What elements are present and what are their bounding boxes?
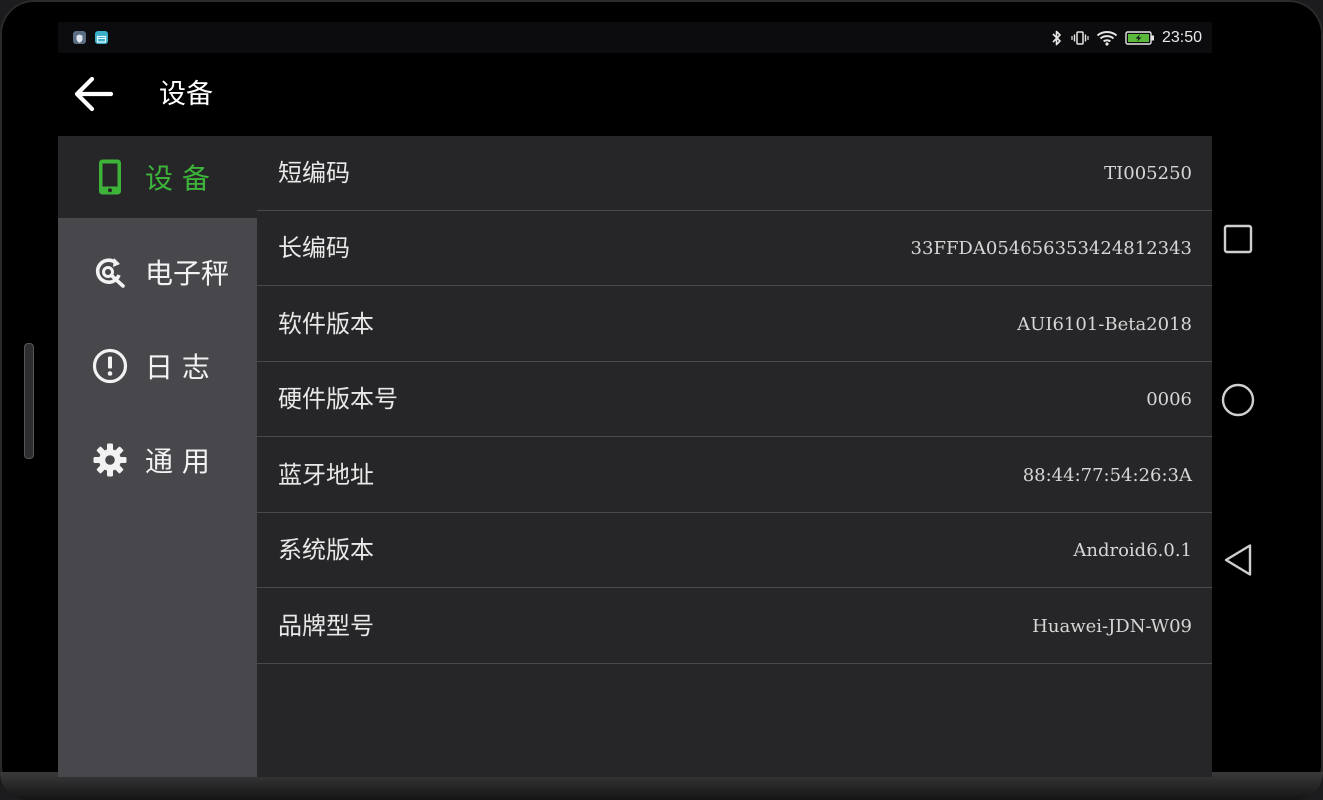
row-value: Huawei-JDN-W09 [1032,616,1192,637]
info-row-software-version: 软件版本 AUI6101-Beta2018 [257,287,1212,362]
row-label: 硬件版本号 [278,385,398,413]
wifi-icon [1096,29,1118,47]
row-label: 长编码 [278,234,350,262]
app-bar: 设备 [58,53,1212,136]
store-notification-icon [95,31,108,44]
row-label: 短编码 [278,159,350,187]
info-row-bluetooth-address: 蓝牙地址 88:44:77:54:26:3A [257,438,1212,513]
home-circle-icon [1221,383,1255,417]
status-bar: 23:50 [58,22,1212,53]
info-row-short-code: 短编码 TI005250 [257,136,1212,211]
sidebar-item-label: 日 志 [145,351,210,384]
row-value: 33FFDA054656353424812343 [910,238,1192,259]
battery-charging-icon [1125,30,1155,46]
device-side-button [24,343,34,459]
info-row-hardware-version: 硬件版本号 0006 [257,362,1212,437]
sidebar: 设 备 电子秤 日 志 通 用 [58,136,257,777]
row-label: 软件版本 [278,310,374,338]
alert-circle-icon [92,348,128,384]
home-button[interactable] [1220,382,1256,422]
vibrate-icon [1071,29,1089,47]
sidebar-item-label: 设 备 [145,162,210,195]
status-icons: 23:50 [1050,22,1202,53]
device-screen: 23:50 设备 设 备 电子秤 日 志 通 用 短编码 TI005250 长编… [58,22,1212,777]
sidebar-item-scale[interactable]: 电子秤 [58,231,257,313]
phone-icon [92,159,128,195]
status-clock: 23:50 [1161,28,1202,46]
sidebar-item-device[interactable]: 设 备 [58,136,257,218]
recents-button[interactable] [1222,223,1254,259]
sidebar-item-label: 通 用 [145,445,210,478]
recents-square-icon [1223,224,1253,254]
row-value: 0006 [1146,389,1192,410]
info-row-long-code: 长编码 33FFDA054656353424812343 [257,211,1212,286]
row-value: TI005250 [1104,163,1192,184]
sidebar-item-log[interactable]: 日 志 [58,325,257,407]
arrow-left-icon [74,76,114,112]
info-row-brand-model: 品牌型号 Huawei-JDN-W09 [257,589,1212,664]
refresh-search-icon [92,254,128,290]
sidebar-item-label: 电子秤 [145,257,230,290]
row-value: Android6.0.1 [1073,540,1192,561]
bluetooth-icon [1050,29,1064,47]
device-info-list: 短编码 TI005250 长编码 33FFDA05465635342481234… [257,136,1212,777]
back-button[interactable] [68,69,118,119]
row-value: 88:44:77:54:26:3A [1022,465,1192,486]
back-triangle-icon [1224,544,1252,576]
row-label: 蓝牙地址 [278,461,374,489]
row-value: AUI6101-Beta2018 [1017,314,1192,335]
info-row-system-version: 系统版本 Android6.0.1 [257,513,1212,588]
system-back-button[interactable] [1221,542,1255,582]
row-label: 品牌型号 [278,612,374,640]
shield-notification-icon [73,31,86,44]
gear-icon [92,442,128,478]
page-title: 设备 [159,79,213,110]
row-label: 系统版本 [278,536,374,564]
sidebar-item-general[interactable]: 通 用 [58,419,257,501]
